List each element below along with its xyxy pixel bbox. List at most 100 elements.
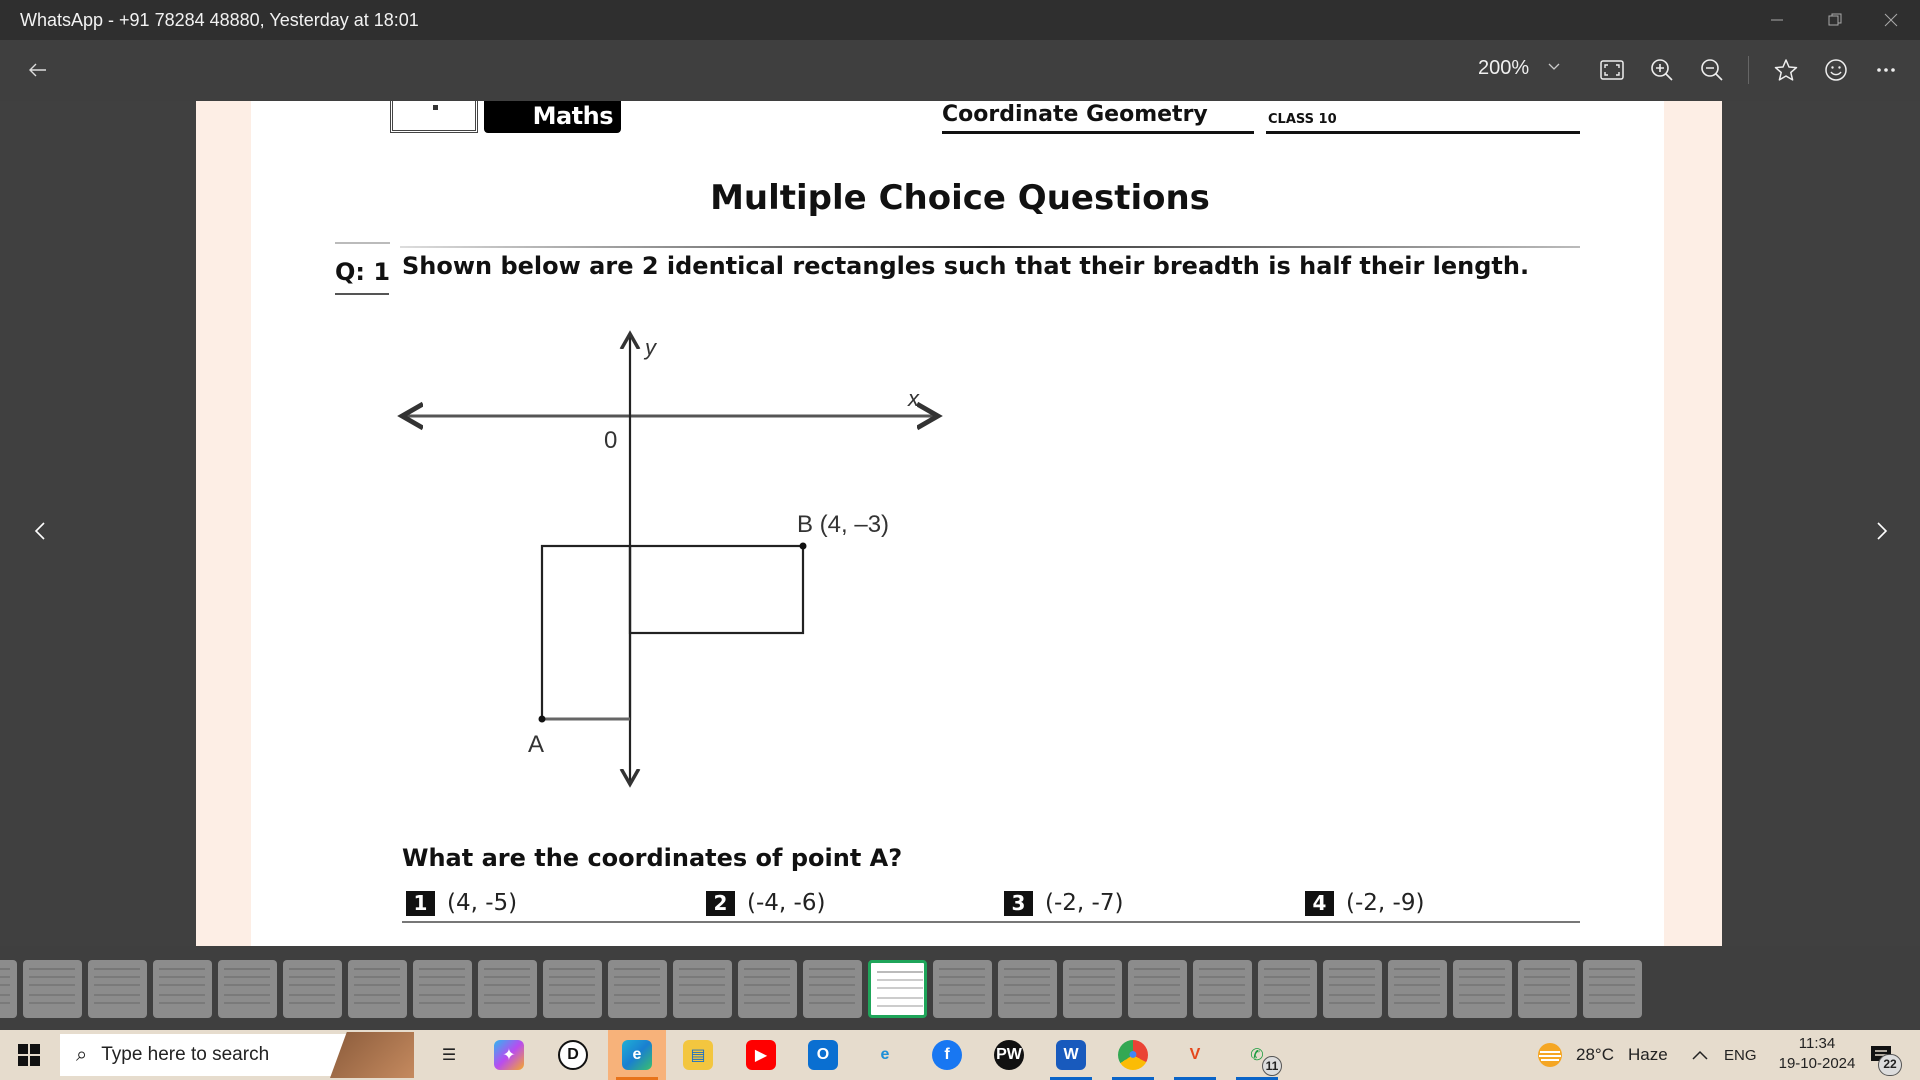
thumbnail[interactable]: [218, 960, 277, 1018]
option-2[interactable]: 2 (-4, -6): [706, 890, 825, 916]
taskbar-app-physics-wallah[interactable]: PW: [980, 1030, 1038, 1080]
taskbar-app-chrome[interactable]: ●: [1104, 1030, 1162, 1080]
chevron-up-icon: [1692, 1050, 1708, 1060]
thumbnail[interactable]: [1258, 960, 1317, 1018]
point-a: [538, 715, 546, 723]
internet-explorer-icon: e: [880, 1046, 890, 1063]
taskbar-app-file-explorer[interactable]: ▤: [669, 1030, 727, 1080]
thumbnail[interactable]: [153, 960, 212, 1018]
header-logo-box: [390, 101, 478, 133]
thumbnail[interactable]: [933, 960, 992, 1018]
weather-widget[interactable]: 28°C Haze: [1536, 1030, 1668, 1080]
search-placeholder: Type here to search: [101, 1044, 270, 1065]
thumbnail[interactable]: [1323, 960, 1382, 1018]
thumbnail[interactable]: [738, 960, 797, 1018]
taskbar-app-dell[interactable]: D: [544, 1030, 602, 1080]
clock-time: 11:34: [1798, 1035, 1836, 1052]
thumbnail[interactable]: [0, 960, 17, 1018]
option-4[interactable]: 4 (-2, -9): [1305, 890, 1424, 916]
edge-icon: e: [622, 1040, 652, 1070]
thumbnail[interactable]: [478, 960, 537, 1018]
thumbnail[interactable]: [1063, 960, 1122, 1018]
taskbar-app-outlook[interactable]: O: [794, 1030, 852, 1080]
weather-haze-icon: [1538, 1043, 1562, 1067]
taskbar-app-word[interactable]: W: [1042, 1030, 1100, 1080]
show-hidden-icons-button[interactable]: [1692, 1030, 1708, 1080]
subject-tag: Maths: [484, 101, 621, 133]
question-number-underline: [335, 293, 389, 295]
option-3[interactable]: 3 (-2, -7): [1004, 890, 1123, 916]
word-icon: W: [1056, 1040, 1086, 1070]
thumbnail[interactable]: [543, 960, 602, 1018]
start-button[interactable]: [18, 1044, 40, 1066]
thumbnail-active[interactable]: [868, 960, 927, 1018]
option-number: 1: [406, 890, 435, 916]
taskbar-app-internet-explorer[interactable]: e: [856, 1030, 914, 1080]
taskbar-app-facebook[interactable]: f: [918, 1030, 976, 1080]
thumbnail[interactable]: [803, 960, 862, 1018]
search-icon: ⌕: [76, 1043, 88, 1066]
thumbnail[interactable]: [283, 960, 342, 1018]
option-text: (-2, -9): [1346, 890, 1425, 916]
thumbnail[interactable]: [1388, 960, 1447, 1018]
thumbnail[interactable]: [23, 960, 82, 1018]
option-text: (-2, -7): [1045, 890, 1124, 916]
taskbar-app-youtube[interactable]: ▶: [732, 1030, 790, 1080]
notification-count: 22: [1878, 1054, 1902, 1076]
taskbar-app-task-view[interactable]: ☰: [420, 1030, 478, 1080]
thumbnail[interactable]: [1128, 960, 1187, 1018]
thumbnail[interactable]: [1518, 960, 1577, 1018]
chrome-icon: ●: [1118, 1040, 1148, 1070]
point-b-label: B (4, –3): [797, 511, 889, 538]
windows-logo-icon: [18, 1044, 28, 1054]
thumbnail[interactable]: [998, 960, 1057, 1018]
thumbnail[interactable]: [413, 960, 472, 1018]
whatsapp-badge: 11: [1262, 1056, 1282, 1076]
divider-short: [335, 242, 390, 244]
taskbar-app-copilot[interactable]: ✦: [480, 1030, 538, 1080]
youtube-icon: ▶: [746, 1040, 776, 1070]
y-axis-label: y: [643, 335, 658, 360]
thumbnail-strip[interactable]: [0, 946, 1920, 1030]
point-b: [799, 542, 807, 550]
clock-date: 19-10-2024: [1778, 1055, 1856, 1072]
file-explorer-icon: ▤: [683, 1040, 713, 1070]
taskbar-app-edge[interactable]: e: [608, 1030, 666, 1080]
option-text: (-4, -6): [747, 890, 826, 916]
copilot-icon: ✦: [494, 1040, 524, 1070]
thumbnail[interactable]: [88, 960, 147, 1018]
horizontal-rectangle: [628, 544, 805, 635]
option-1[interactable]: 1 (4, -5): [406, 890, 517, 916]
thumbnail[interactable]: [1453, 960, 1512, 1018]
language-indicator[interactable]: ENG: [1724, 1030, 1757, 1080]
x-axis-label: x: [907, 386, 920, 411]
option-number: 4: [1305, 890, 1334, 916]
taskbar-app-vidmate[interactable]: V: [1166, 1030, 1224, 1080]
thumbnail[interactable]: [673, 960, 732, 1018]
task-view-icon: ☰: [441, 1047, 457, 1064]
options-divider: [402, 921, 1580, 923]
thumbnail[interactable]: [608, 960, 667, 1018]
thumbnail[interactable]: [1193, 960, 1252, 1018]
question-text: Shown below are 2 identical rectangles s…: [402, 252, 1530, 280]
vertical-rectangle: [540, 544, 632, 721]
divider: [400, 246, 1580, 248]
windows-logo-icon: [30, 1056, 40, 1066]
point-a-label: A: [528, 731, 544, 758]
taskbar: ⌕ Type here to search ☰ ✦ De ▤ ▶ Oe f PW W ● V ✆ 11…: [0, 1030, 1920, 1080]
option-number: 3: [1004, 890, 1033, 916]
topic-underline: [942, 131, 1254, 134]
thumbnail[interactable]: [348, 960, 407, 1018]
logo-dot: [433, 105, 438, 110]
facebook-icon: f: [932, 1040, 962, 1070]
option-number: 2: [706, 890, 735, 916]
origin-label: 0: [604, 427, 617, 454]
dell-icon: D: [558, 1040, 588, 1070]
clock[interactable]: 11:34 19-10-2024: [1770, 1034, 1864, 1074]
worksheet: Maths Coordinate Geometry CLASS 10 Multi…: [0, 0, 1920, 1080]
topic-title: Coordinate Geometry: [942, 102, 1208, 127]
windows-logo-icon: [18, 1056, 28, 1066]
section-title: Multiple Choice Questions: [710, 178, 1210, 218]
thumbnail[interactable]: [1583, 960, 1642, 1018]
windows-logo-icon: [30, 1044, 40, 1054]
